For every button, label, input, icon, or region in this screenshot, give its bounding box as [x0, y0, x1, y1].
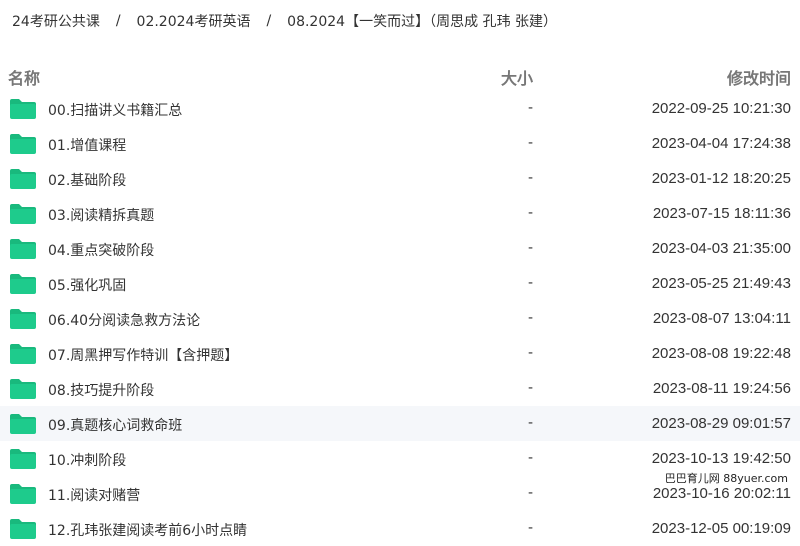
file-name[interactable]: 12.孔玮张建阅读考前6小时点睛 — [48, 520, 247, 540]
table-row[interactable]: 03.阅读精拆真题 - 2023-07-15 18:11:36 — [0, 196, 800, 231]
file-modified-time: 2023-05-25 21:49:43 — [651, 275, 791, 292]
file-name[interactable]: 03.阅读精拆真题 — [48, 205, 154, 225]
file-modified-time: 2022-09-25 10:21:30 — [651, 100, 791, 117]
file-size: - — [527, 310, 533, 326]
folder-icon — [10, 99, 36, 119]
breadcrumb-separator: / — [266, 13, 272, 29]
folder-icon — [10, 239, 36, 259]
file-size: - — [527, 380, 533, 396]
file-size: - — [527, 240, 533, 256]
file-size: - — [527, 135, 533, 151]
breadcrumb-item-0[interactable]: 24考研公共课 — [12, 11, 100, 31]
folder-icon — [10, 379, 36, 399]
file-name[interactable]: 02.基础阶段 — [48, 170, 126, 190]
file-modified-time: 2023-08-29 09:01:57 — [651, 415, 791, 432]
file-size: - — [527, 520, 533, 536]
column-header-modified[interactable]: 修改时间 — [727, 65, 791, 89]
breadcrumb-item-1[interactable]: 02.2024考研英语 — [137, 11, 251, 31]
table-row[interactable]: 00.扫描讲义书籍汇总 - 2022-09-25 10:21:30 — [0, 91, 800, 126]
folder-icon — [10, 449, 36, 469]
table-row[interactable]: 08.技巧提升阶段 - 2023-08-11 19:24:56 — [0, 371, 800, 406]
folder-icon — [10, 519, 36, 539]
column-header-size[interactable]: 大小 — [501, 65, 533, 89]
file-name[interactable]: 11.阅读对赌营 — [48, 485, 140, 505]
folder-icon — [10, 414, 36, 434]
file-modified-time: 2023-01-12 18:20:25 — [651, 170, 791, 187]
file-modified-time: 2023-07-15 18:11:36 — [652, 205, 791, 222]
file-name[interactable]: 00.扫描讲义书籍汇总 — [48, 100, 182, 120]
file-size: - — [527, 485, 533, 501]
file-modified-time: 2023-04-03 21:35:00 — [651, 240, 791, 257]
folder-icon — [10, 134, 36, 154]
file-size: - — [527, 275, 533, 291]
file-size: - — [527, 345, 533, 361]
file-name[interactable]: 08.技巧提升阶段 — [48, 380, 154, 400]
file-size: - — [527, 205, 533, 221]
file-modified-time: 2023-08-11 19:24:56 — [652, 380, 791, 397]
file-name[interactable]: 04.重点突破阶段 — [48, 240, 154, 260]
folder-icon — [10, 204, 36, 224]
table-row[interactable]: 05.强化巩固 - 2023-05-25 21:49:43 — [0, 266, 800, 301]
breadcrumb-separator: / — [115, 13, 121, 29]
file-size: - — [527, 415, 533, 431]
table-row[interactable]: 12.孔玮张建阅读考前6小时点睛 - 2023-12-05 00:19:09 — [0, 511, 800, 546]
file-name[interactable]: 09.真题核心词救命班 — [48, 415, 182, 435]
file-modified-time: 2023-08-08 19:22:48 — [651, 345, 791, 362]
file-size: - — [527, 450, 533, 466]
table-row[interactable]: 01.增值课程 - 2023-04-04 17:24:38 — [0, 126, 800, 161]
folder-icon — [10, 169, 36, 189]
folder-icon — [10, 309, 36, 329]
file-name[interactable]: 01.增值课程 — [48, 135, 126, 155]
file-name[interactable]: 05.强化巩固 — [48, 275, 126, 295]
breadcrumb: 24考研公共课 / 02.2024考研英语 / 08.2024【一笑而过】（周思… — [0, 0, 800, 42]
watermark: 巴巴育儿网 88yuer.com — [662, 470, 790, 486]
file-list-header: 名称 大小 修改时间 — [0, 62, 800, 90]
table-row[interactable]: 07.周黑押写作特训【含押题】 - 2023-08-08 19:22:48 — [0, 336, 800, 371]
file-modified-time: 2023-04-04 17:24:38 — [651, 135, 791, 152]
folder-icon — [10, 344, 36, 364]
file-modified-time: 2023-08-07 13:04:11 — [652, 310, 791, 327]
folder-icon — [10, 484, 36, 504]
table-row[interactable]: 09.真题核心词救命班 - 2023-08-29 09:01:57 — [0, 406, 800, 441]
table-row[interactable]: 02.基础阶段 - 2023-01-12 18:20:25 — [0, 161, 800, 196]
file-name[interactable]: 06.40分阅读急救方法论 — [48, 310, 200, 330]
file-size: - — [527, 100, 533, 116]
column-header-name[interactable]: 名称 — [8, 65, 40, 89]
file-size: - — [527, 170, 533, 186]
file-modified-time: 2023-10-13 19:42:50 — [651, 450, 791, 467]
table-row[interactable]: 06.40分阅读急救方法论 - 2023-08-07 13:04:11 — [0, 301, 800, 336]
table-row[interactable]: 04.重点突破阶段 - 2023-04-03 21:35:00 — [0, 231, 800, 266]
folder-icon — [10, 274, 36, 294]
file-modified-time: 2023-12-05 00:19:09 — [651, 520, 791, 537]
file-modified-time: 2023-10-16 20:02:11 — [652, 485, 791, 502]
breadcrumb-item-2: 08.2024【一笑而过】（周思成 孔玮 张建） — [287, 14, 557, 30]
file-name[interactable]: 07.周黑押写作特训【含押题】 — [48, 345, 238, 365]
file-name[interactable]: 10.冲刺阶段 — [48, 450, 126, 470]
